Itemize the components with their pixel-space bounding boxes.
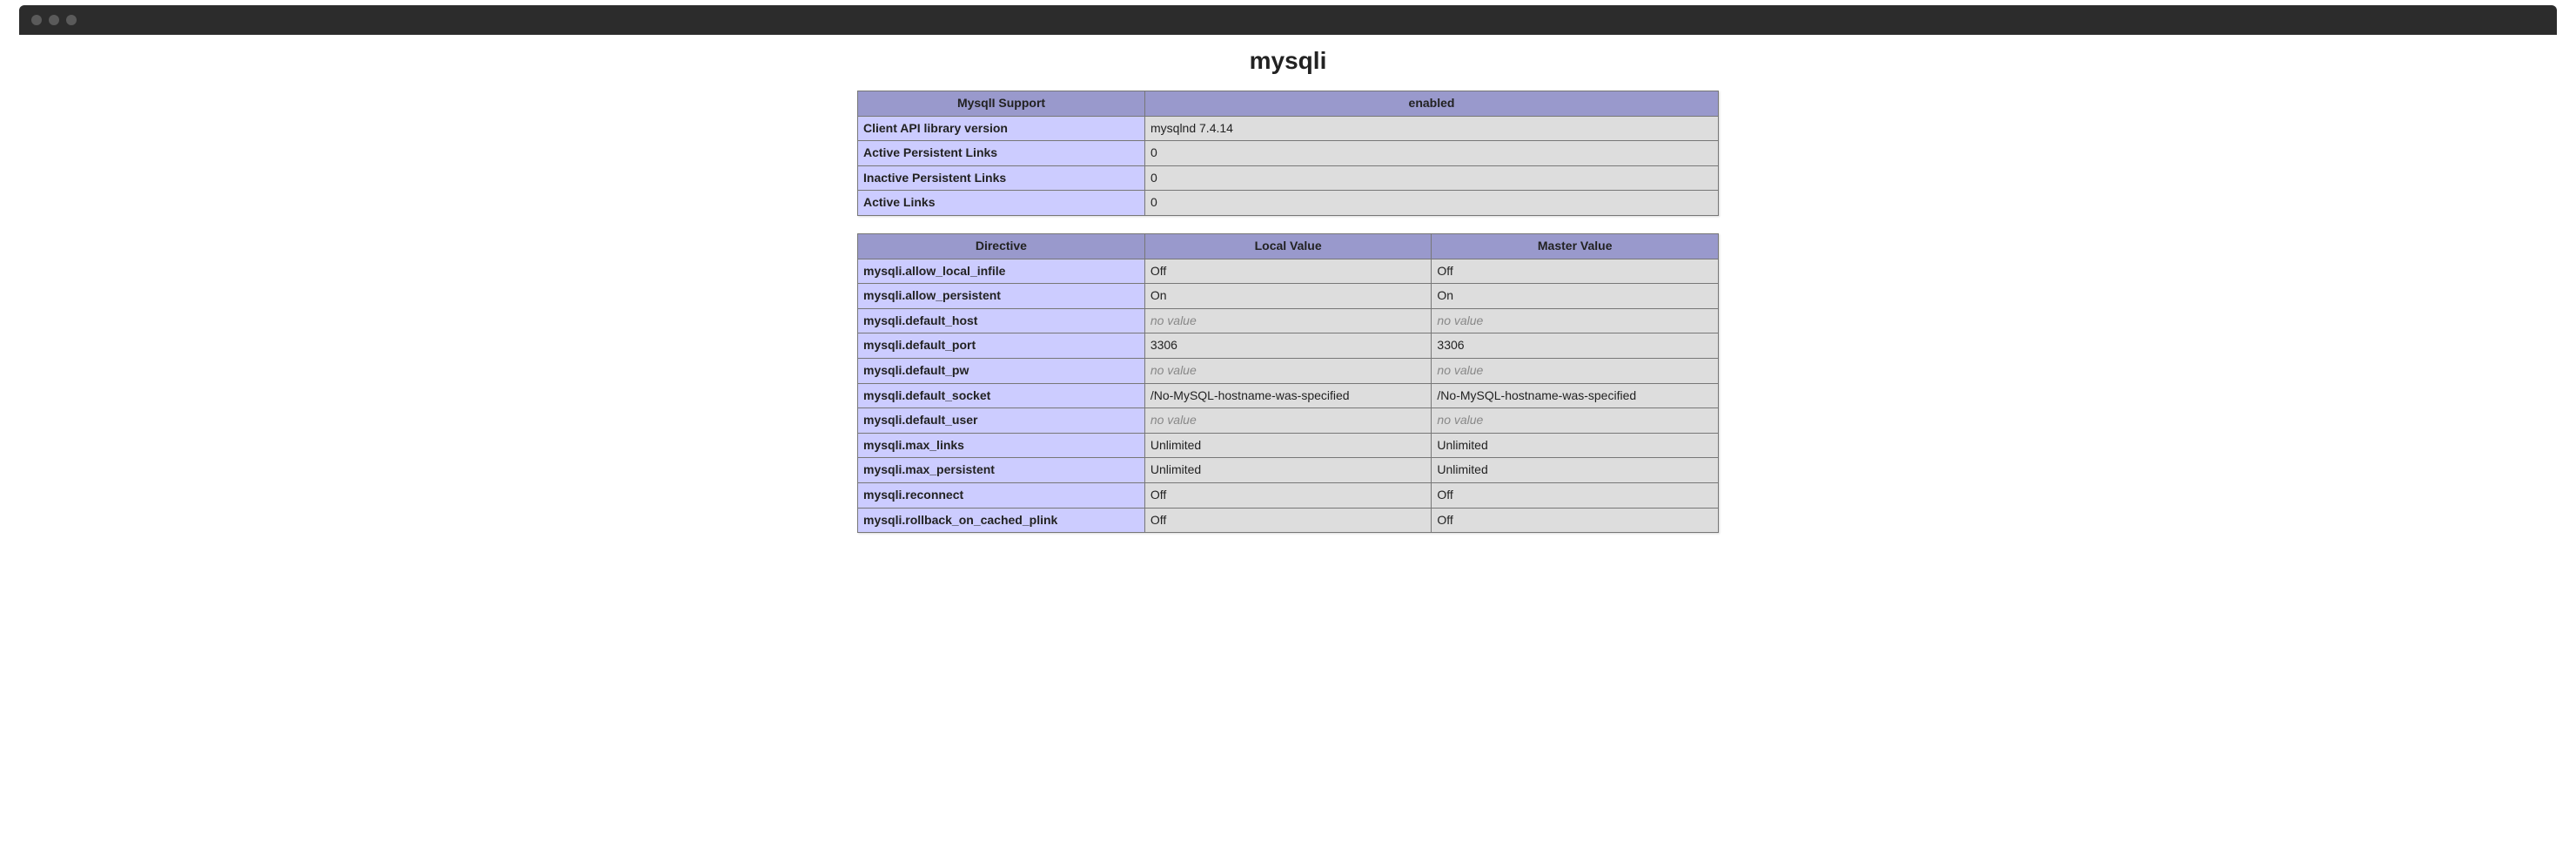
directive-local-value: 3306 bbox=[1144, 333, 1432, 359]
phpinfo-page: mysqli MysqlI Support enabled Client API… bbox=[0, 47, 2576, 533]
directive-name: mysqli.max_links bbox=[858, 433, 1145, 458]
directive-master-value: Off bbox=[1432, 482, 1719, 508]
directive-local-value: Off bbox=[1144, 482, 1432, 508]
directive-master-value: Off bbox=[1432, 259, 1719, 284]
no-value-text: no value bbox=[1437, 413, 1483, 427]
window-close-dot[interactable] bbox=[31, 15, 42, 25]
directive-local-value: /No-MySQL-hostname-was-specified bbox=[1144, 383, 1432, 408]
directive-master-value: no value bbox=[1432, 358, 1719, 383]
directive-name: mysqli.rollback_on_cached_plink bbox=[858, 508, 1145, 533]
summary-row: Active Persistent Links0 bbox=[858, 141, 1719, 166]
directive-local-value: Unlimited bbox=[1144, 433, 1432, 458]
col-local: Local Value bbox=[1144, 233, 1432, 259]
directive-master-value: On bbox=[1432, 284, 1719, 309]
summary-row-value: mysqlnd 7.4.14 bbox=[1145, 116, 1719, 141]
directive-row: mysqli.allow_persistentOnOn bbox=[858, 284, 1719, 309]
no-value-text: no value bbox=[1150, 313, 1197, 327]
summary-row: Inactive Persistent Links0 bbox=[858, 165, 1719, 191]
col-directive: Directive bbox=[858, 233, 1145, 259]
directives-header-row: Directive Local Value Master Value bbox=[858, 233, 1719, 259]
directive-name: mysqli.default_pw bbox=[858, 358, 1145, 383]
directive-master-value: no value bbox=[1432, 408, 1719, 434]
directive-row: mysqli.rollback_on_cached_plinkOffOff bbox=[858, 508, 1719, 533]
no-value-text: no value bbox=[1437, 363, 1483, 377]
summary-row-label: Active Links bbox=[858, 191, 1145, 216]
directive-master-value: 3306 bbox=[1432, 333, 1719, 359]
col-master: Master Value bbox=[1432, 233, 1719, 259]
directive-row: mysqli.default_socket/No-MySQL-hostname-… bbox=[858, 383, 1719, 408]
summary-row-value: 0 bbox=[1145, 165, 1719, 191]
window-minimize-dot[interactable] bbox=[49, 15, 59, 25]
directive-row: mysqli.default_user no value no value bbox=[858, 408, 1719, 434]
summary-row-label: Inactive Persistent Links bbox=[858, 165, 1145, 191]
window-zoom-dot[interactable] bbox=[66, 15, 77, 25]
window-controls bbox=[31, 15, 77, 25]
directive-row: mysqli.reconnectOffOff bbox=[858, 482, 1719, 508]
no-value-text: no value bbox=[1150, 413, 1197, 427]
directive-local-value: Unlimited bbox=[1144, 458, 1432, 483]
summary-row: Client API library versionmysqlnd 7.4.14 bbox=[858, 116, 1719, 141]
directive-name: mysqli.max_persistent bbox=[858, 458, 1145, 483]
directive-master-value: Unlimited bbox=[1432, 433, 1719, 458]
directive-local-value: Off bbox=[1144, 259, 1432, 284]
directive-master-value: /No-MySQL-hostname-was-specified bbox=[1432, 383, 1719, 408]
directive-name: mysqli.default_socket bbox=[858, 383, 1145, 408]
summary-row-label: Client API library version bbox=[858, 116, 1145, 141]
no-value-text: no value bbox=[1437, 313, 1483, 327]
summary-row: Active Links0 bbox=[858, 191, 1719, 216]
directive-row: mysqli.max_persistentUnlimitedUnlimited bbox=[858, 458, 1719, 483]
directive-name: mysqli.default_user bbox=[858, 408, 1145, 434]
no-value-text: no value bbox=[1150, 363, 1197, 377]
summary-header-row: MysqlI Support enabled bbox=[858, 91, 1719, 117]
directive-row: mysqli.default_port33063306 bbox=[858, 333, 1719, 359]
directive-name: mysqli.default_host bbox=[858, 308, 1145, 333]
directive-local-value: no value bbox=[1144, 408, 1432, 434]
directive-name: mysqli.reconnect bbox=[858, 482, 1145, 508]
directive-local-value: no value bbox=[1144, 308, 1432, 333]
directives-table: Directive Local Value Master Value mysql… bbox=[857, 233, 1719, 533]
module-title: mysqli bbox=[0, 47, 2576, 75]
directive-name: mysqli.allow_local_infile bbox=[858, 259, 1145, 284]
directive-row: mysqli.max_linksUnlimitedUnlimited bbox=[858, 433, 1719, 458]
directive-master-value: Off bbox=[1432, 508, 1719, 533]
summary-row-value: 0 bbox=[1145, 141, 1719, 166]
directive-row: mysqli.allow_local_infileOffOff bbox=[858, 259, 1719, 284]
directive-local-value: Off bbox=[1144, 508, 1432, 533]
directive-local-value: no value bbox=[1144, 358, 1432, 383]
directive-master-value: no value bbox=[1432, 308, 1719, 333]
summary-header-label: MysqlI Support bbox=[858, 91, 1145, 117]
directive-master-value: Unlimited bbox=[1432, 458, 1719, 483]
summary-table: MysqlI Support enabled Client API librar… bbox=[857, 91, 1719, 216]
directive-row: mysqli.default_host no value no value bbox=[858, 308, 1719, 333]
summary-header-value: enabled bbox=[1145, 91, 1719, 117]
directive-row: mysqli.default_pw no value no value bbox=[858, 358, 1719, 383]
directive-name: mysqli.default_port bbox=[858, 333, 1145, 359]
directive-name: mysqli.allow_persistent bbox=[858, 284, 1145, 309]
summary-row-value: 0 bbox=[1145, 191, 1719, 216]
window-titlebar bbox=[19, 5, 2557, 35]
summary-row-label: Active Persistent Links bbox=[858, 141, 1145, 166]
directive-local-value: On bbox=[1144, 284, 1432, 309]
